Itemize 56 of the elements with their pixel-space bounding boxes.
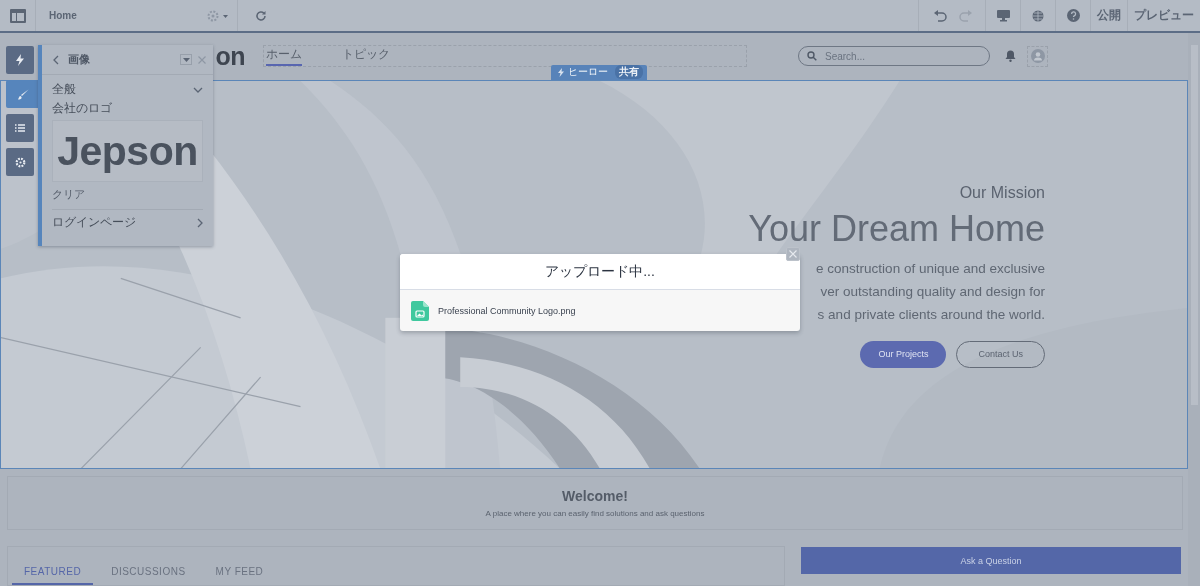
panel-menu-button[interactable] <box>180 54 192 65</box>
ask-question-button[interactable]: Ask a Question <box>801 547 1181 574</box>
close-icon <box>789 250 797 258</box>
list-icon <box>15 124 25 132</box>
nav-tab[interactable]: ホーム <box>266 46 302 67</box>
field-label: 会社のロゴ <box>52 100 113 117</box>
help-icon[interactable] <box>1066 9 1080 22</box>
clear-link[interactable]: クリア <box>52 187 203 202</box>
builder-tool-button[interactable] <box>6 80 40 108</box>
feed-tab[interactable]: MY FEED <box>203 566 276 585</box>
component-name: ヒーロー <box>568 65 608 80</box>
layout-icon[interactable] <box>9 8 26 23</box>
toolbar-button[interactable]: 公開 <box>1090 0 1127 31</box>
welcome-title: Welcome! <box>562 488 628 505</box>
close-button[interactable] <box>786 247 800 261</box>
site-logo[interactable]: on <box>215 41 245 71</box>
hero-text-line: e construction of unique and exclusive <box>816 259 1045 278</box>
login-page-item[interactable]: ログインページ <box>52 215 203 230</box>
caret-icon <box>182 57 190 62</box>
bolt-icon <box>16 54 24 66</box>
feed-tab[interactable]: FEATURED <box>12 566 94 585</box>
bolt-icon <box>558 67 564 77</box>
brush-icon <box>17 88 29 100</box>
feed-tab[interactable]: DISCUSSIONS <box>99 566 198 585</box>
bell-icon[interactable] <box>1005 50 1016 63</box>
desktop-icon[interactable] <box>996 9 1010 22</box>
hero-text-line: ver outstanding quality and design for <box>820 282 1045 301</box>
chevron-right-icon <box>197 217 203 228</box>
logo-preview[interactable]: Jepson <box>52 120 203 182</box>
hero-text-line: s and private clients around the world. <box>817 305 1045 324</box>
builder-tool-button[interactable] <box>6 114 34 142</box>
scrollbar[interactable] <box>1188 33 1200 586</box>
builder-tool-button[interactable] <box>6 148 34 176</box>
search-icon <box>807 51 817 62</box>
panel-title: 画像 <box>68 52 90 67</box>
page-name: Home <box>49 10 78 21</box>
back-icon[interactable] <box>53 54 59 65</box>
hero-title: Your Dream Home <box>748 212 1045 245</box>
settings-icon[interactable] <box>207 9 229 22</box>
globe-icon[interactable] <box>1032 9 1044 22</box>
welcome-subtitle: A place where you can easily find solutions and ask questions <box>485 509 705 519</box>
hero-eyebrow: Our Mission <box>959 183 1045 202</box>
dialog-title: アップロード中... <box>400 254 800 290</box>
builder-tool-button[interactable] <box>6 46 34 74</box>
toolbar-button[interactable]: プレビュー <box>1127 0 1200 31</box>
avatar-icon[interactable] <box>1030 49 1045 64</box>
file-name: Professional Community Logo.png <box>438 305 576 316</box>
refresh-icon[interactable] <box>255 9 267 22</box>
section-header[interactable]: 全般 <box>52 82 203 97</box>
image-file-icon <box>411 300 429 321</box>
search-input[interactable]: Search... <box>823 49 977 63</box>
nav-tab[interactable]: トピック <box>342 46 390 67</box>
settings-icon <box>14 156 26 168</box>
undo-icon[interactable] <box>933 9 947 22</box>
shared-badge: 共有 <box>615 65 643 80</box>
component-tag[interactable]: ヒーロー 共有 <box>551 64 647 80</box>
